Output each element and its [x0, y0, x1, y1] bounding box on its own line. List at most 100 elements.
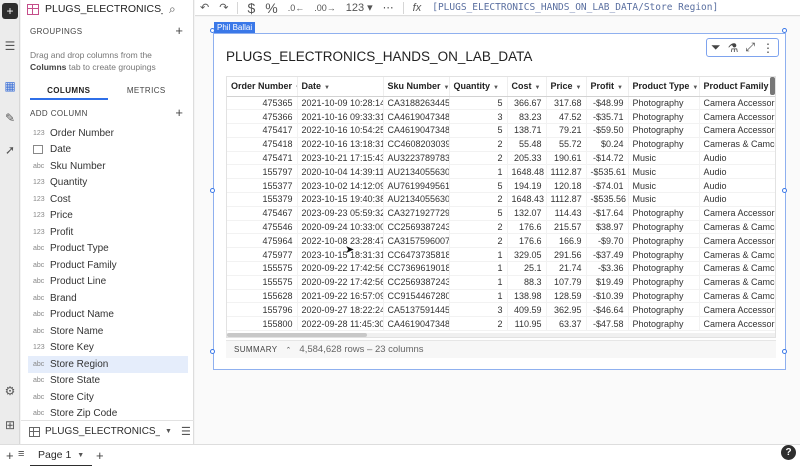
column-header[interactable]: Profit ▼	[586, 77, 629, 97]
column-header[interactable]: Price ▼	[546, 77, 587, 97]
chevron-down-icon[interactable]: ▼	[535, 85, 541, 91]
table-cell[interactable]: 3	[449, 302, 508, 318]
decrease-decimals-icon[interactable]: .0←	[288, 3, 305, 13]
chevron-down-icon[interactable]: ▼	[617, 85, 623, 91]
table-cell[interactable]: 21.74	[546, 261, 587, 276]
table-cell[interactable]: Photography	[628, 109, 700, 125]
table-cell[interactable]: 2021-10-09 10:28:14	[297, 96, 384, 111]
table-cell[interactable]: 475467	[227, 206, 298, 221]
table-cell[interactable]: 2023-10-02 14:12:09	[297, 178, 384, 194]
table-cell[interactable]: -$46.64	[586, 302, 629, 318]
table-cell[interactable]: 2	[449, 316, 508, 332]
table-cell[interactable]: 176.6	[507, 220, 547, 235]
tab-columns[interactable]: COLUMNS	[30, 82, 108, 100]
table-cell[interactable]: 138.98	[507, 289, 547, 304]
undo-icon[interactable]: ↶	[200, 1, 209, 14]
column-item[interactable]: abc Sku Number	[28, 158, 188, 175]
table-cell[interactable]: 1112.87	[546, 164, 587, 180]
table-cell[interactable]: 55.48	[507, 137, 547, 152]
table-cell[interactable]: CC2569387243	[383, 275, 450, 290]
table-cell[interactable]: 114.43	[546, 206, 587, 221]
table-cell[interactable]: CA3157596007	[383, 233, 450, 249]
table-cell[interactable]: 2020-09-27 18:22:24	[297, 302, 384, 318]
table-cell[interactable]: 205.33	[507, 151, 547, 166]
table-cell[interactable]: 2	[449, 151, 508, 166]
column-item[interactable]: abc Product Type	[28, 241, 188, 258]
column-header[interactable]: Product Family▼	[699, 77, 775, 97]
table-cell[interactable]: 2023-10-21 17:15:43	[297, 151, 384, 166]
table-cell[interactable]: Cameras & Camcorde	[699, 137, 775, 152]
table-cell[interactable]: 2023-10-15 18:31:31	[297, 247, 384, 263]
table-cell[interactable]: -$535.61	[586, 164, 629, 180]
table-cell[interactable]: 475471	[227, 151, 298, 166]
table-cell[interactable]: CA4619047348	[383, 109, 450, 125]
column-item[interactable]: 123 Order Number	[28, 125, 188, 142]
column-item[interactable]: 123 Cost	[28, 191, 188, 208]
table-cell[interactable]: CC2569387243	[383, 220, 450, 235]
table-row[interactable]: 155379 2023-10-15 19:40:38 AU2134055630 2 16…	[227, 192, 775, 207]
table-cell[interactable]: 5	[449, 206, 508, 221]
table-cell[interactable]: Audio	[699, 164, 775, 180]
table-cell[interactable]: 475365	[227, 96, 298, 111]
column-item[interactable]: 123 Quantity	[28, 175, 188, 192]
table-cell[interactable]: $0.24	[586, 137, 629, 152]
table-cell[interactable]: 107.79	[546, 275, 587, 290]
table-cell[interactable]: 2021-10-16 09:33:31	[297, 109, 384, 125]
horizontal-scrollbar[interactable]	[227, 333, 775, 337]
table-row[interactable]: 155797 2020-10-04 14:39:11 AU2134055630 1 16…	[227, 164, 775, 180]
table-cell[interactable]: 3	[449, 109, 508, 125]
table-cell[interactable]: 317.68	[546, 96, 587, 111]
table-cell[interactable]: Photography	[628, 275, 700, 290]
table-cell[interactable]: CC6473735818	[383, 247, 450, 263]
table-cell[interactable]: 1648.48	[507, 164, 547, 180]
table-cell[interactable]: Camera Accessories	[699, 233, 775, 249]
table-cell[interactable]: 155377	[227, 178, 298, 194]
table-cell[interactable]: -$9.70	[586, 233, 629, 249]
table-cell[interactable]: Photography	[628, 247, 700, 263]
table-cell[interactable]: 2	[449, 137, 508, 152]
table-cell[interactable]: Photography	[628, 96, 700, 111]
column-header[interactable]: Sku Number ▼	[383, 77, 450, 97]
chevron-down-icon[interactable]: ▼	[77, 452, 84, 459]
table-cell[interactable]: 120.18	[546, 178, 587, 194]
more-icon[interactable]: ⋯	[383, 1, 394, 14]
table-row[interactable]: 475977 2023-10-15 18:31:31 CC6473735818 1 32…	[227, 247, 775, 263]
table-cell[interactable]: AU3223789783	[383, 151, 450, 166]
table-cell[interactable]: Photography	[628, 220, 700, 235]
table-cell[interactable]: 25.1	[507, 261, 547, 276]
table-cell[interactable]: 55.72	[546, 137, 587, 152]
table-cell[interactable]: -$10.39	[586, 289, 629, 304]
table-row[interactable]: 475417 2022-10-16 10:54:25 CA4619047348 5 13…	[227, 123, 775, 138]
table-cell[interactable]: Camera Accessories	[699, 302, 775, 318]
table-cell[interactable]: 63.37	[546, 316, 587, 332]
table-row[interactable]: 475964 2022-10-08 23:28:47 CA3157596007 2 17…	[227, 233, 775, 249]
percent-format-icon[interactable]: %	[265, 0, 277, 16]
table-cell[interactable]: 79.21	[546, 123, 587, 138]
table-cell[interactable]: 155575	[227, 261, 298, 276]
table-cell[interactable]: 155379	[227, 192, 298, 207]
table-cell[interactable]: -$47.58	[586, 316, 629, 332]
table-row[interactable]: 155800 2022-09-28 11:45:30 CA4619047348 2 11…	[227, 316, 775, 332]
column-header[interactable]: Product Type ▼	[628, 77, 700, 97]
table-cell[interactable]: $19.49	[586, 275, 629, 290]
table-row[interactable]: 475546 2020-09-24 10:33:00 CC2569387243 2 17…	[227, 220, 775, 235]
table-cell[interactable]: -$535.56	[586, 192, 629, 207]
table-cell[interactable]: 1	[449, 275, 508, 290]
pointer-icon[interactable]: ➚	[2, 142, 18, 158]
table-cell[interactable]: 110.95	[507, 316, 547, 332]
layers-icon[interactable]: ☰	[2, 38, 18, 54]
table-cell[interactable]: CA3271927729	[383, 206, 450, 221]
table-cell[interactable]: 475546	[227, 220, 298, 235]
table-cell[interactable]: 2020-09-22 17:42:56	[297, 275, 384, 290]
table-cell[interactable]: 155628	[227, 289, 298, 304]
element-title[interactable]: PLUGS_ELECTRONICS_HANDS_ON_LAB_DATA	[226, 49, 532, 64]
table-cell[interactable]: Cameras & Camcorde	[699, 261, 775, 276]
table-cell[interactable]: CA4619047348	[383, 123, 450, 138]
table-cell[interactable]: 2022-10-16 13:18:31	[297, 137, 384, 152]
add-filter-icon[interactable]: ⚗	[728, 41, 739, 55]
table-cell[interactable]: 2022-10-08 23:28:47	[297, 233, 384, 249]
column-item[interactable]: abc Store City	[28, 389, 188, 406]
table-cell[interactable]: Cameras & Camcorde	[699, 220, 775, 235]
column-header[interactable]: Cost ▼	[507, 77, 547, 97]
column-item[interactable]: abc Store Region	[28, 356, 188, 373]
